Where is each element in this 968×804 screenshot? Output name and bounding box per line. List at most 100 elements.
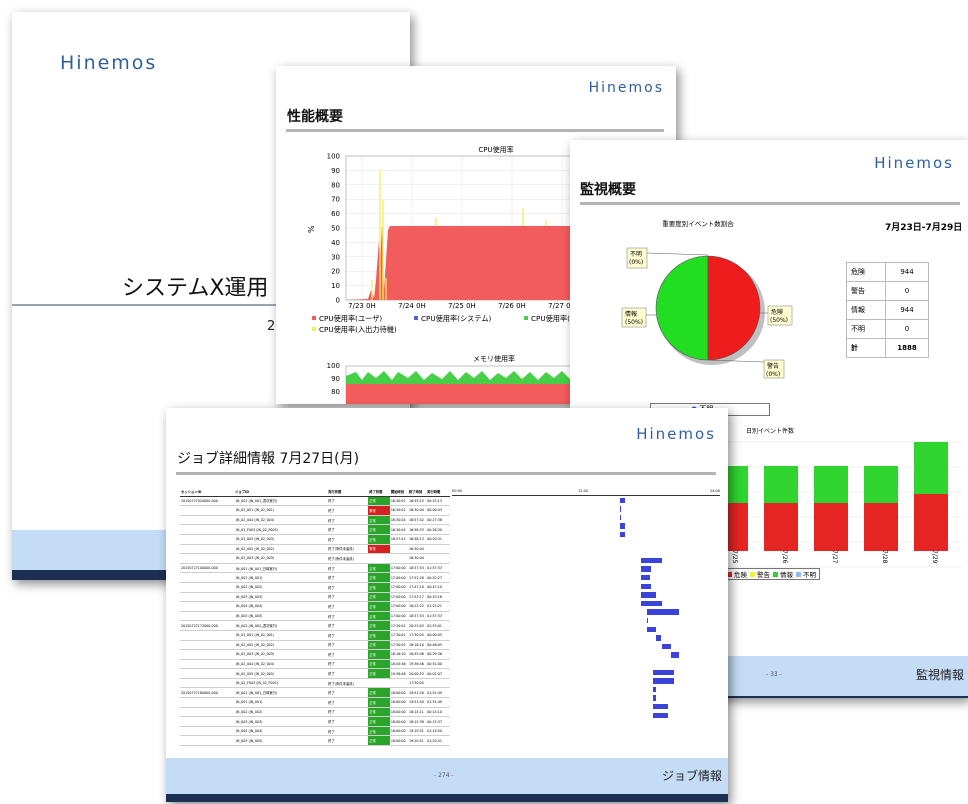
end-time-cell: 18:57:53 bbox=[407, 563, 427, 574]
job-row[interactable]: JN_02_003 (JN_02_003) 終了 正常 18:16:10 18:45:4… bbox=[180, 649, 450, 660]
start-time-cell: 17:00:00 bbox=[389, 563, 408, 574]
job-row[interactable]: JN_002 (JN_002) 終了 正常 17:00:00 17:47:10 00:47… bbox=[180, 582, 450, 593]
job-row[interactable]: JN_001 (JN_001) 終了 正常 18:00:00 19:51:50 01:51… bbox=[180, 697, 450, 708]
duration-cell: 01:57:53 bbox=[426, 563, 450, 574]
job-row[interactable]: 20150727100000-000 JN_001 (JN_001_日時実行) 終了… bbox=[180, 563, 450, 574]
gantt-bar bbox=[620, 523, 625, 529]
bar-legend: 危険 警告 情報 不明 bbox=[720, 568, 820, 580]
end-state-cell: 正常 bbox=[368, 601, 390, 612]
session-id-cell: 20150727020000-000 bbox=[180, 496, 235, 507]
legend-cpu-iowait: CPU使用率(入出力待機) bbox=[319, 325, 397, 334]
legend-cpu-user: CPU使用率(ユーザ) bbox=[319, 314, 382, 323]
end-time-cell: 16:30:04 bbox=[407, 544, 427, 555]
end-state-cell: 正常 bbox=[368, 592, 390, 603]
gantt-tick-0: 00:00 bbox=[452, 489, 463, 493]
end-time-cell: 18:45:46 bbox=[407, 649, 427, 660]
end-time-cell: 16:30:04 bbox=[407, 505, 427, 516]
job-id-cell: JN_004 (JN_004) bbox=[234, 726, 328, 737]
job-table-header: セッションID ジョブID 実行状態 終了状態 開始時刻 終了時刻 実行時間 bbox=[180, 487, 450, 497]
job-row[interactable]: JN_02_004 (JN_02_004) 終了 正常 18:45:46 19:36:4… bbox=[180, 659, 450, 670]
daily-event-bars bbox=[714, 442, 948, 551]
hinemos-logo: Hinemos bbox=[588, 80, 664, 96]
job-id-cell: JN_001 (JN_001) bbox=[234, 697, 328, 708]
job-row[interactable]: JN_001 (JN_001) 終了 正常 17:00:00 17:52:28 00:52… bbox=[180, 572, 450, 583]
bar-legend-label: 不明 bbox=[803, 571, 816, 579]
job-row[interactable]: 20150727173000-000 JN_002 (JN_002_週次実行) 終了… bbox=[180, 620, 450, 631]
job-row[interactable]: 20150727020000-000 JN_001 (JN_001_週次実行) 終了… bbox=[180, 496, 450, 507]
job-row[interactable]: JN_02_001 (JN_02_001) 終了 正常 17:30:01 17:30:0… bbox=[180, 630, 450, 641]
monitoring-title: 監視概要 bbox=[580, 182, 636, 198]
gantt-area: 00:00 12:00 24:00 bbox=[452, 487, 720, 747]
job-row[interactable]: JN_02_001 (JN_02_001) 終了 異常 16:30:01 16:30:0… bbox=[180, 505, 450, 516]
bar-x-label: 7/28 bbox=[881, 550, 888, 564]
job-header-cell: ジョブID bbox=[234, 487, 328, 497]
duration-cell: 00:47:10 bbox=[426, 582, 450, 593]
job-row[interactable]: JN_003 (JN_003) 終了 正常 18:00:00 18:15:38 00:15… bbox=[180, 716, 450, 727]
job-row[interactable]: JN_003 (JN_003) 終了 正常 17:00:00 17:53:17 00:53… bbox=[180, 592, 450, 603]
bar-info bbox=[764, 466, 798, 503]
job-row[interactable]: JN_02_F003 (JN_02_F003) 終了(条件未達成) 17:30:05 bbox=[180, 678, 450, 689]
end-state-cell: 正常 bbox=[368, 716, 390, 727]
summary-value: 944 bbox=[885, 262, 929, 282]
job-row[interactable]: JN_02_002 (JN_02_002) 終了(条件未達成) 異常 16:30:04 bbox=[180, 544, 450, 555]
cpu-legend: CPU使用率(ユーザ) CPU使用率(システム) CPU使用率(Niceプロセ … bbox=[312, 314, 607, 334]
job-detail-table: セッションID ジョブID 実行状態 終了状態 開始時刻 終了時刻 実行時間 20150727… bbox=[180, 487, 450, 747]
job-row[interactable]: JN_02_F003 (JN_02_F003) 終了 正常 16:30:04 16:58… bbox=[180, 524, 450, 535]
duration-cell: 00:51:00 bbox=[426, 659, 450, 670]
job-header-cell: セッションID bbox=[180, 487, 235, 497]
duration-cell: 01:51:49 bbox=[426, 687, 450, 699]
start-time-cell: 17:30:01 bbox=[389, 620, 408, 631]
duration-cell: 02:53:01 bbox=[426, 620, 450, 631]
job-row[interactable]: JN_005 (JN_005) 終了 正常 18:00:00 19:20:51 01:20… bbox=[180, 735, 450, 747]
job-id-cell: JN_02_002 (JN_02_002) bbox=[234, 544, 328, 555]
job-row[interactable]: JN_02_002 (JN_02_002) 終了 正常 17:30:05 18:16:1… bbox=[180, 640, 450, 651]
job-id-cell: JN_003 (JN_003) bbox=[234, 592, 328, 603]
end-state-cell: 正常 bbox=[368, 697, 390, 708]
job-row[interactable]: JN_004 (JN_004) 終了 正常 18:00:00 19:19:51 01:19… bbox=[180, 726, 450, 737]
job-id-cell: JN_005 (JN_005) bbox=[234, 611, 328, 622]
job-header-cell: 終了状態 bbox=[368, 487, 390, 497]
performance-title-rule bbox=[286, 129, 664, 132]
job-detail-slide[interactable]: Hinemos ジョブ詳細情報 7月27日(月) セッションID ジョブID 実行状… bbox=[166, 408, 728, 802]
session-id-cell bbox=[180, 592, 235, 603]
run-state-cell: 終了(条件未達成) bbox=[327, 678, 369, 689]
job-row[interactable]: JN_004 (JN_004) 終了 正常 17:00:00 18:23:22 01:23… bbox=[180, 601, 450, 612]
run-state-cell: 終了 bbox=[327, 649, 369, 660]
gantt-bar bbox=[620, 532, 625, 538]
start-time-cell: 17:00:00 bbox=[389, 582, 408, 593]
run-state-cell: 終了 bbox=[327, 582, 369, 593]
pie-chart-title: 重要度別イベント数割合 bbox=[662, 219, 734, 228]
gantt-bar bbox=[653, 695, 656, 701]
end-time-cell: 18:57:53 bbox=[407, 611, 427, 622]
end-time-cell: 17:47:10 bbox=[407, 582, 427, 593]
end-state-cell: 正常 bbox=[368, 630, 390, 641]
start-time-cell: 16:30:01 bbox=[389, 505, 408, 516]
job-row[interactable]: JN_005 (JN_005) 終了 正常 17:00:00 18:57:53 01:57… bbox=[180, 611, 450, 622]
session-id-cell: 20150727173000-000 bbox=[180, 620, 235, 631]
end-state-cell: 正常 bbox=[368, 563, 390, 574]
job-row[interactable]: JN_002 (JN_002) 終了 正常 18:00:00 18:14:11 00:14… bbox=[180, 707, 450, 718]
end-time-cell: 17:30:05 bbox=[407, 678, 427, 689]
job-row[interactable]: 20150727180000-000 JN_001 (JN_001_日時実行) 終了… bbox=[180, 687, 450, 699]
end-state-cell: 正常 bbox=[368, 687, 390, 699]
duration-cell: 01:19:50 bbox=[426, 726, 450, 737]
gantt-bar bbox=[653, 704, 668, 710]
bar-chart-title: 日別イベント件数 bbox=[746, 427, 794, 435]
cpu-y-tick: 30 bbox=[331, 253, 340, 261]
end-time-cell: 16:58:13 bbox=[407, 534, 427, 545]
run-state-cell: 終了 bbox=[327, 640, 369, 651]
job-id-cell: JN_02_002 (JN_02_002) bbox=[234, 640, 328, 651]
summary-value: 1888 bbox=[885, 338, 929, 358]
job-row[interactable]: JN_02_004 (JN_02_004) 終了 正常 16:30:04 16:57:4… bbox=[180, 515, 450, 526]
summary-value: 0 bbox=[885, 319, 929, 339]
run-state-cell: 終了 bbox=[327, 697, 369, 708]
job-row[interactable]: JN_02_003 (JN_02_003) 終了(条件未達成) 16:30:04 bbox=[180, 553, 450, 564]
gantt-bar bbox=[661, 643, 671, 650]
job-id-cell: JN_02_003 (JN_02_003) bbox=[234, 534, 328, 545]
summary-row: 警告 0 bbox=[846, 281, 929, 301]
gantt-bar bbox=[640, 557, 663, 564]
svg-text:(50%): (50%) bbox=[625, 319, 643, 326]
job-row[interactable]: JN_02_003 (JN_02_003) 終了 正常 16:57:42 16:58:1… bbox=[180, 534, 450, 545]
duration-cell: 00:02:07 bbox=[426, 668, 450, 679]
job-row[interactable]: JN_02_005 (JN_02_005) 終了 正常 19:36:46 20:00:5… bbox=[180, 668, 450, 679]
